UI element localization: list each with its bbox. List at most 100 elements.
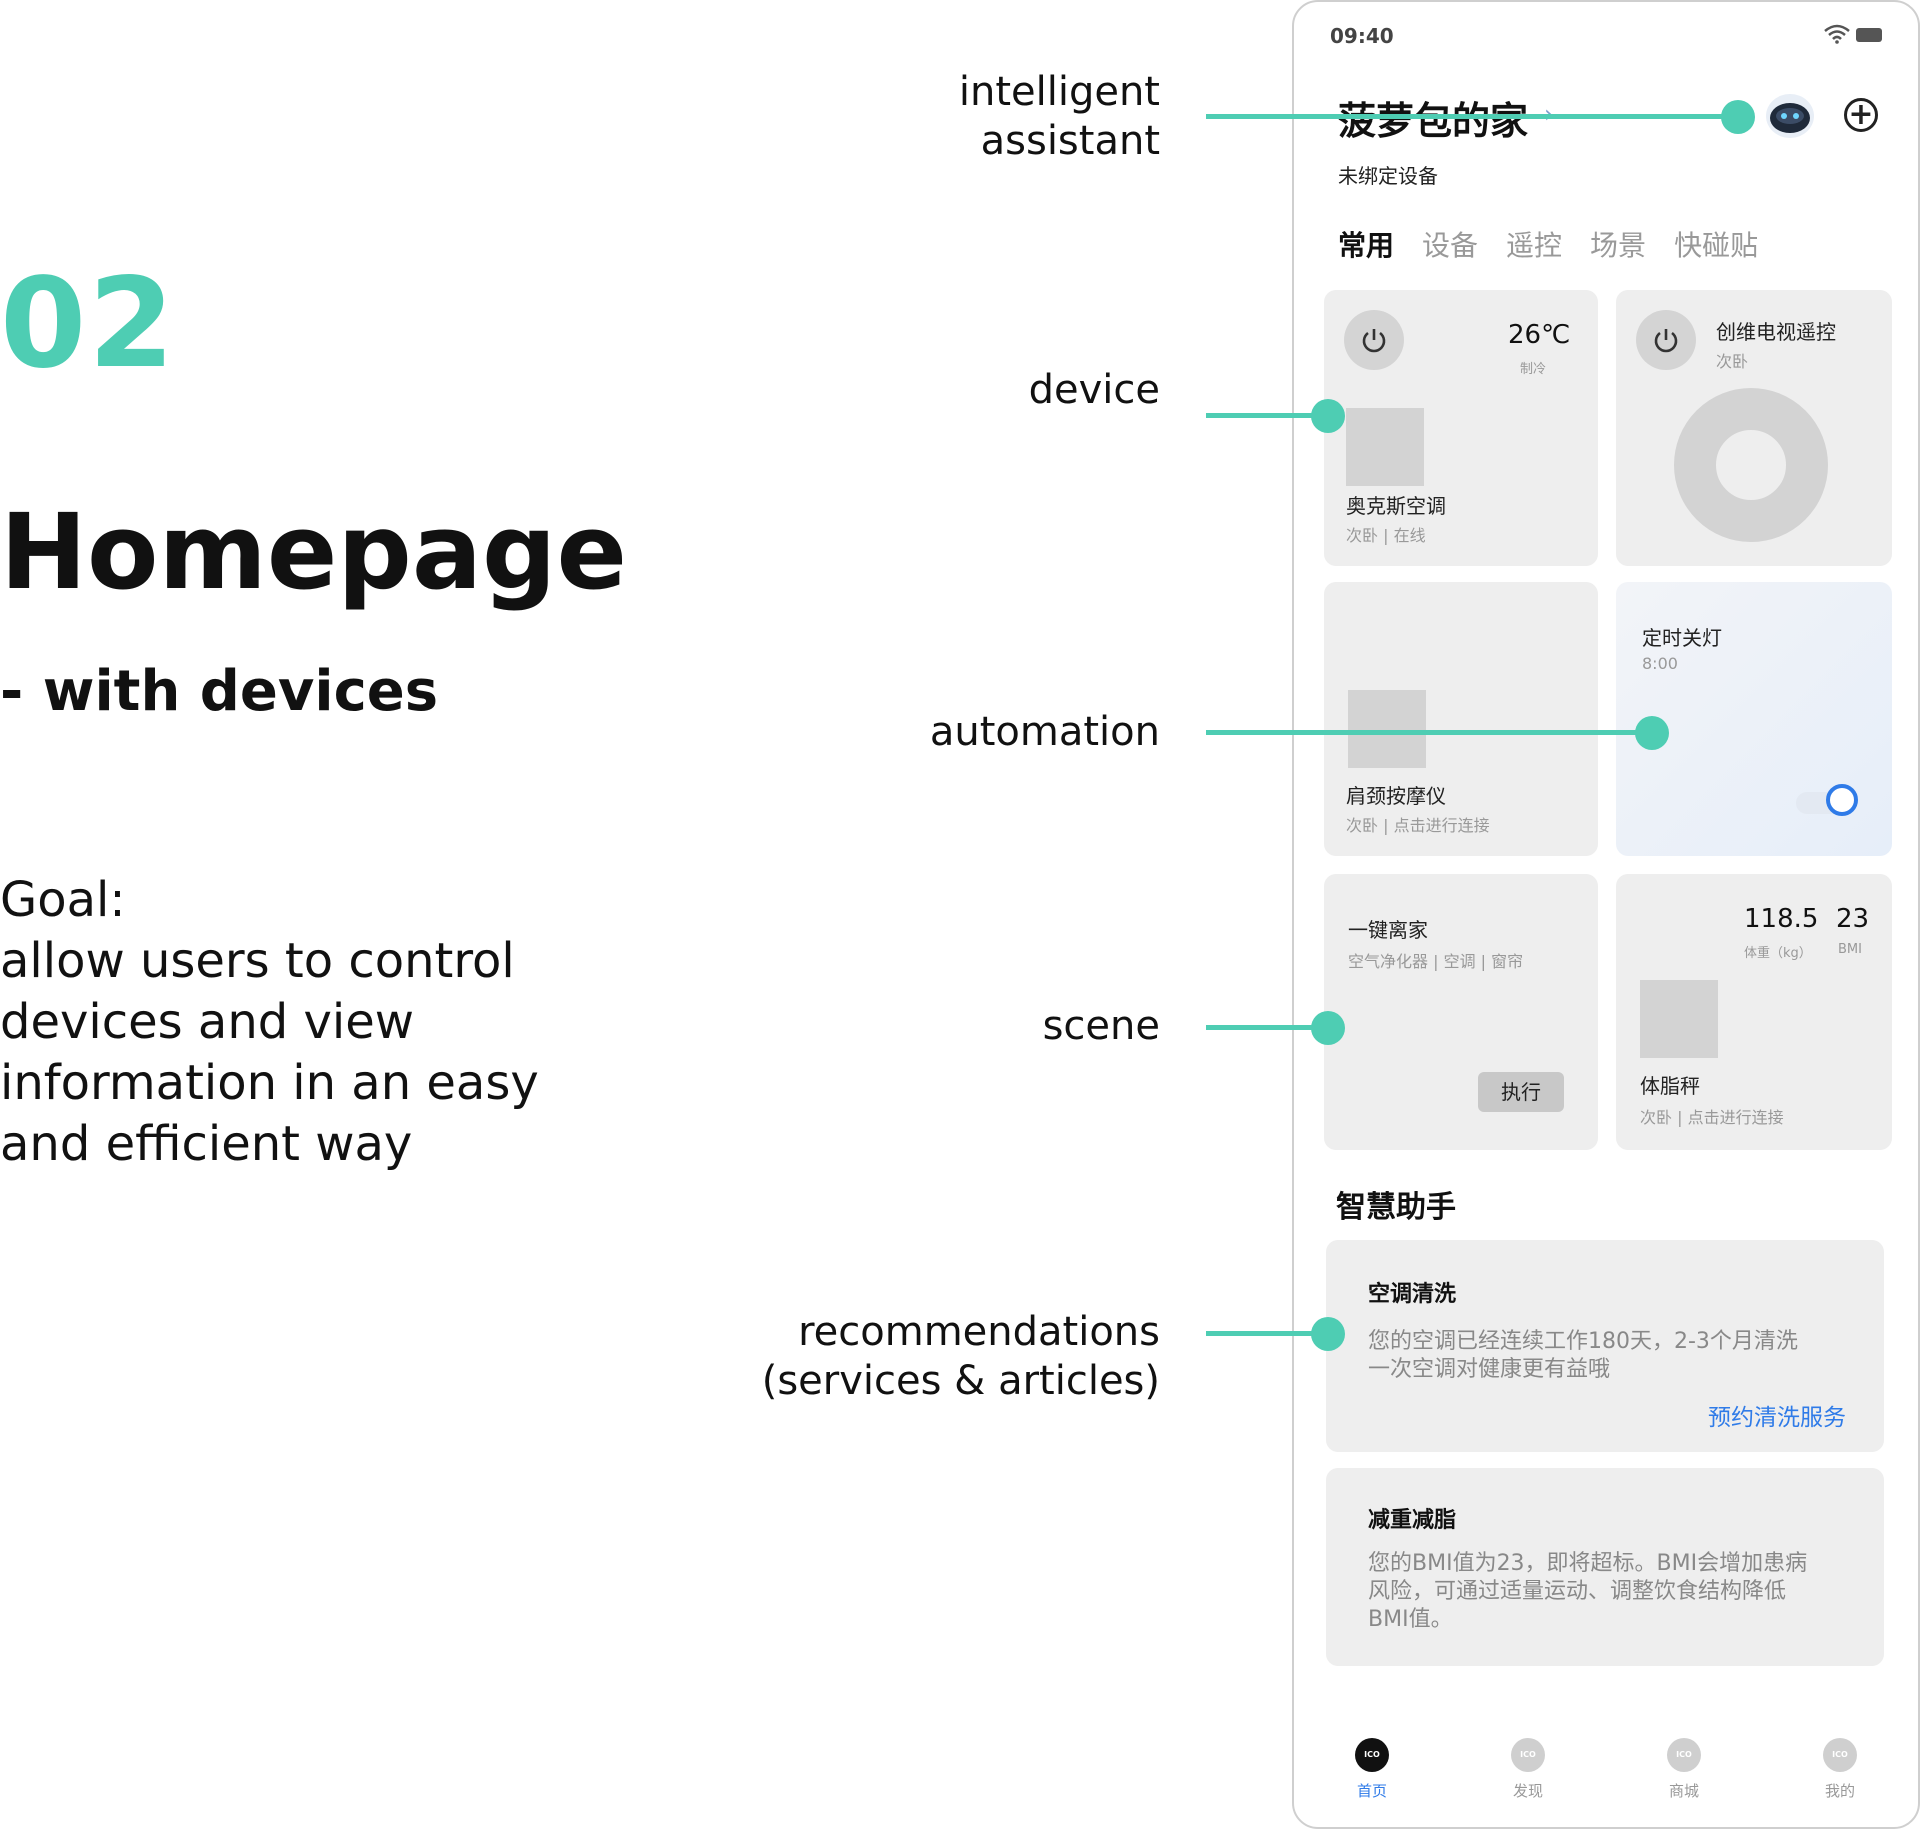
annotation-line: (services & articles)	[761, 1358, 1160, 1404]
device-name: 肩颈按摩仪	[1346, 784, 1446, 808]
tv-remote-card[interactable]: 创维电视遥控 次卧	[1616, 290, 1892, 566]
connector-dot	[1721, 100, 1755, 134]
page-title: Homepage	[0, 491, 627, 613]
body-line: 一次空调对健康更有益哦	[1368, 1357, 1611, 1382]
device-status: 次卧 | 点击进行连接	[1346, 816, 1490, 835]
book-cleaning-link[interactable]: 预约清洗服务	[1708, 1398, 1846, 1432]
device-status: 次卧 | 在线	[1346, 526, 1426, 545]
nav-item-discover[interactable]: ICO 发现	[1488, 1738, 1568, 1801]
bmi-value: 23	[1836, 904, 1870, 934]
nav-label: 我的	[1824, 1782, 1855, 1800]
nav-item-mall[interactable]: ICO 商城	[1644, 1738, 1724, 1801]
recommendation-title: 减重减脂	[1368, 1508, 1457, 1533]
goal-text: Goal: allow users to control devices and…	[0, 870, 600, 1175]
body-line: 风险，可通过适量运动、调整饮食结构降低	[1368, 1579, 1787, 1604]
nav-label: 发现	[1512, 1782, 1543, 1800]
annotation-line: recommendations	[798, 1309, 1160, 1355]
goal-line: Goal:	[0, 872, 126, 928]
automation-time: 8:00	[1642, 654, 1678, 673]
tab-devices[interactable]: 设备	[1422, 224, 1478, 264]
annotation-recommendations: recommendations (services & articles)	[762, 1308, 1160, 1406]
connector-line	[1206, 1331, 1328, 1336]
body-line: BMI值。	[1368, 1607, 1453, 1632]
recommendation-card[interactable]: 减重减脂 您的BMI值为23，即将超标。BMI会增加患病 风险，可通过适量运动、…	[1326, 1468, 1884, 1666]
toggle-knob[interactable]	[1826, 784, 1858, 816]
connector-line	[1206, 730, 1652, 735]
tab-bar: 常用 设备 遥控 场景 快碰贴	[1338, 224, 1758, 264]
annotation-line: intelligent	[958, 69, 1160, 115]
connector-line	[1206, 114, 1738, 119]
home-icon: ICO	[1355, 1738, 1389, 1772]
wifi-icon	[1824, 24, 1850, 44]
body-line: 您的空调已经连续工作180天，2-3个月清洗	[1368, 1329, 1798, 1354]
assistant-robot-icon[interactable]	[1766, 94, 1814, 138]
recommendation-body: 您的空调已经连续工作180天，2-3个月清洗 一次空调对健康更有益哦	[1368, 1328, 1858, 1384]
recommendation-body: 您的BMI值为23，即将超标。BMI会增加患病 风险，可通过适量运动、调整饮食结…	[1368, 1550, 1858, 1634]
profile-icon: ICO	[1823, 1738, 1857, 1772]
unbound-devices-label: 未绑定设备	[1338, 164, 1438, 188]
goal-line: allow users to control	[0, 933, 515, 989]
device-room: 次卧	[1716, 352, 1749, 371]
massager-device-card[interactable]: 肩颈按摩仪 次卧 | 点击进行连接	[1324, 582, 1598, 856]
annotation-automation: automation	[929, 709, 1160, 755]
battery-icon	[1856, 28, 1882, 42]
connector-dot	[1311, 1317, 1345, 1351]
scale-image-placeholder	[1640, 980, 1718, 1058]
recommendation-card[interactable]: 空调清洗 您的空调已经连续工作180天，2-3个月清洗 一次空调对健康更有益哦 …	[1326, 1240, 1884, 1452]
connector-line	[1206, 413, 1328, 418]
goal-line: devices and view	[0, 994, 415, 1050]
ac-device-card[interactable]: 26℃ 制冷 奥克斯空调 次卧 | 在线	[1324, 290, 1598, 566]
annotation-scene: scene	[1042, 1003, 1160, 1049]
annotation-assistant: intelligent assistant	[959, 68, 1160, 166]
mall-icon: ICO	[1667, 1738, 1701, 1772]
tab-common[interactable]: 常用	[1338, 224, 1394, 264]
goal-line: and efficient way	[0, 1116, 413, 1172]
device-name: 奥克斯空调	[1346, 494, 1446, 518]
ac-temperature: 26℃	[1508, 320, 1571, 350]
tab-quick-tap[interactable]: 快碰贴	[1674, 224, 1758, 264]
nav-item-me[interactable]: ICO 我的	[1800, 1738, 1880, 1801]
scale-device-card[interactable]: 118.5 体重（kg） 23 BMI 体脂秤 次卧 | 点击进行连接	[1616, 874, 1892, 1150]
nav-item-home[interactable]: ICO 首页	[1332, 1738, 1412, 1801]
section-title-assistant: 智慧助手	[1336, 1190, 1456, 1225]
device-name: 体脂秤	[1640, 1074, 1700, 1098]
annotation-line: assistant	[980, 118, 1160, 164]
weight-value: 118.5	[1744, 904, 1819, 934]
annotation-device: device	[1028, 367, 1160, 413]
power-button[interactable]	[1344, 310, 1404, 370]
add-device-button[interactable]: +	[1844, 98, 1878, 132]
ac-image-placeholder	[1346, 408, 1424, 486]
connector-dot	[1311, 1011, 1345, 1045]
nav-label: 首页	[1356, 1782, 1387, 1800]
bmi-label: BMI	[1838, 942, 1862, 957]
power-icon	[1362, 329, 1386, 353]
scene-devices: 空气净化器 | 空调 | 窗帘	[1348, 952, 1524, 971]
tab-remote[interactable]: 遥控	[1506, 224, 1562, 264]
ac-mode: 制冷	[1520, 362, 1547, 377]
recommendation-title: 空调清洗	[1368, 1282, 1457, 1307]
device-name: 创维电视遥控	[1716, 320, 1836, 344]
connector-dot	[1311, 399, 1345, 433]
tab-scenes[interactable]: 场景	[1590, 224, 1646, 264]
automation-name: 定时关灯	[1642, 626, 1722, 650]
device-status: 次卧 | 点击进行连接	[1640, 1108, 1784, 1127]
nav-label: 商城	[1668, 1782, 1699, 1800]
weight-label: 体重（kg）	[1744, 946, 1812, 961]
body-line: 您的BMI值为23，即将超标。BMI会增加患病	[1368, 1551, 1808, 1576]
goal-line: information in an easy	[0, 1055, 539, 1111]
remote-dpad[interactable]	[1674, 388, 1828, 542]
scene-card[interactable]: 一键离家 空气净化器 | 空调 | 窗帘 执行	[1324, 874, 1598, 1150]
power-icon	[1654, 329, 1678, 353]
bottom-nav: ICO 首页 ICO 发现 ICO 商城 ICO 我的	[1294, 1702, 1918, 1827]
discover-icon: ICO	[1511, 1738, 1545, 1772]
section-number: 02	[0, 252, 177, 396]
power-button[interactable]	[1636, 310, 1696, 370]
connector-dot	[1635, 716, 1669, 750]
page-subtitle: - with devices	[0, 659, 439, 724]
massager-image-placeholder	[1348, 690, 1426, 768]
execute-scene-button[interactable]: 执行	[1478, 1072, 1564, 1112]
status-time: 09:40	[1330, 24, 1394, 48]
scene-name: 一键离家	[1348, 918, 1428, 942]
phone-frame: 09:40 菠萝包的家 › + 未绑定设备 常用 设备 遥控 场景 快碰贴	[1292, 0, 1920, 1829]
connector-line	[1206, 1025, 1328, 1030]
